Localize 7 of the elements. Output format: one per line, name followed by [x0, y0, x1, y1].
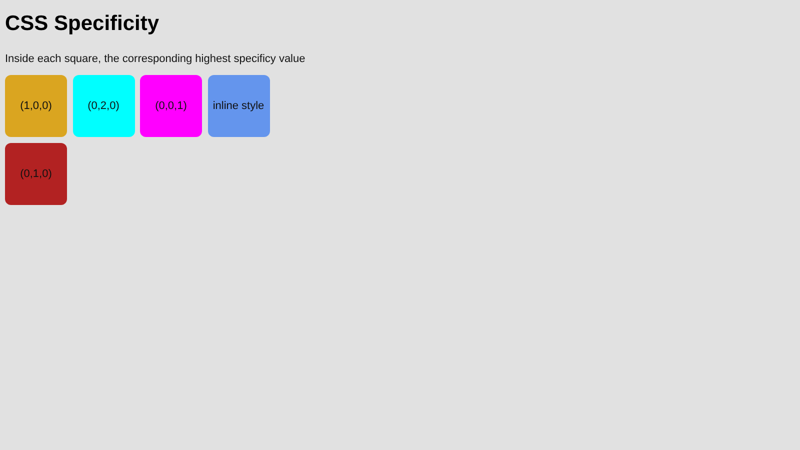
page-title: CSS Specificity [5, 11, 160, 37]
color-square: inline style [208, 75, 270, 137]
color-square: (1,0,0) [5, 75, 67, 137]
color-square: (0,1,0) [5, 142, 67, 204]
description-text: Inside each square, the corresponding highest specificy value [5, 53, 306, 65]
color-square: (0,2,0) [72, 75, 134, 137]
color-square: (0,0,1) [140, 75, 202, 137]
